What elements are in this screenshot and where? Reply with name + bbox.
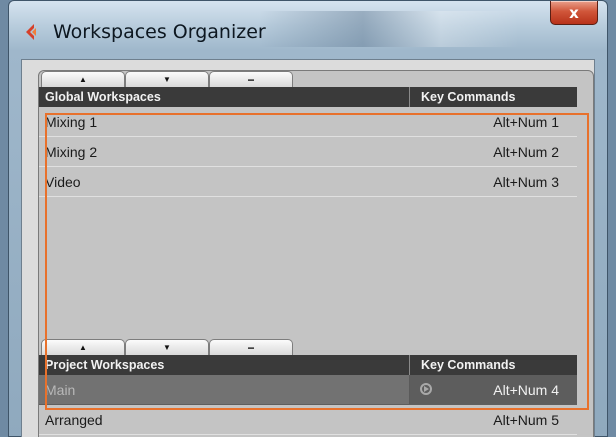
workspace-name: Arranged: [45, 412, 103, 428]
window-title: Workspaces Organizer: [53, 21, 266, 43]
workspace-name: Mixing 2: [45, 144, 98, 160]
project-remove-button[interactable]: −: [209, 339, 293, 355]
move-up-icon: ▲: [79, 343, 87, 352]
remove-icon: −: [247, 340, 255, 355]
global-move-up-button[interactable]: ▲: [41, 71, 125, 87]
workspace-name: Video: [45, 174, 81, 190]
project-move-up-button[interactable]: ▲: [41, 339, 125, 355]
workspace-key-command: Alt+Num 5: [493, 412, 559, 428]
dialog-client-area: ▲ ▼ − Global Workspaces Key Commands Mix…: [21, 59, 595, 437]
cubase-app-icon: [26, 24, 36, 40]
move-down-icon: ▼: [163, 75, 171, 84]
global-toolbar: ▲ ▼ −: [41, 71, 293, 87]
project-key-commands-column-header[interactable]: Key Commands: [421, 358, 515, 372]
project-workspace-row[interactable]: Arranged Alt+Num 5: [39, 405, 577, 435]
workspace-key-command: Alt+Num 1: [493, 114, 559, 130]
column-separator: [409, 87, 410, 107]
project-move-down-button[interactable]: ▼: [125, 339, 209, 355]
global-move-down-button[interactable]: ▼: [125, 71, 209, 87]
project-workspace-row-selected[interactable]: Main Alt+Num 4: [39, 375, 577, 405]
remove-icon: −: [247, 72, 255, 87]
workspace-key-command: Alt+Num 3: [493, 174, 559, 190]
project-workspaces-column-header[interactable]: Project Workspaces: [45, 358, 164, 372]
workspace-key-command: Alt+Num 4: [493, 382, 559, 398]
close-icon: x: [569, 3, 579, 22]
column-separator: [409, 375, 410, 404]
workspaces-panel: ▲ ▼ − Global Workspaces Key Commands Mix…: [38, 70, 594, 437]
move-up-icon: ▲: [79, 75, 87, 84]
global-workspace-row[interactable]: Mixing 1 Alt+Num 1: [39, 107, 577, 137]
global-remove-button[interactable]: −: [209, 71, 293, 87]
column-separator: [409, 355, 410, 375]
global-key-commands-column-header[interactable]: Key Commands: [421, 90, 515, 104]
workspace-name: Main: [45, 382, 76, 398]
workspaces-organizer-window: Workspaces Organizer x ▲ ▼ − Global Work…: [8, 0, 608, 437]
global-workspace-row[interactable]: Video Alt+Num 3: [39, 167, 577, 197]
play-icon[interactable]: [420, 383, 432, 395]
project-toolbar: ▲ ▼ −: [41, 339, 293, 355]
global-workspace-row[interactable]: Mixing 2 Alt+Num 2: [39, 137, 577, 167]
close-button[interactable]: x: [550, 1, 598, 25]
title-bar-glass-streak: [259, 11, 519, 47]
global-workspaces-column-header[interactable]: Global Workspaces: [45, 90, 161, 104]
project-workspaces-header: Project Workspaces Key Commands: [39, 355, 577, 375]
workspace-name: Mixing 1: [45, 114, 98, 130]
global-workspaces-header: Global Workspaces Key Commands: [39, 87, 577, 107]
move-down-icon: ▼: [163, 343, 171, 352]
title-bar[interactable]: Workspaces Organizer x: [9, 1, 607, 53]
workspace-key-command: Alt+Num 2: [493, 144, 559, 160]
